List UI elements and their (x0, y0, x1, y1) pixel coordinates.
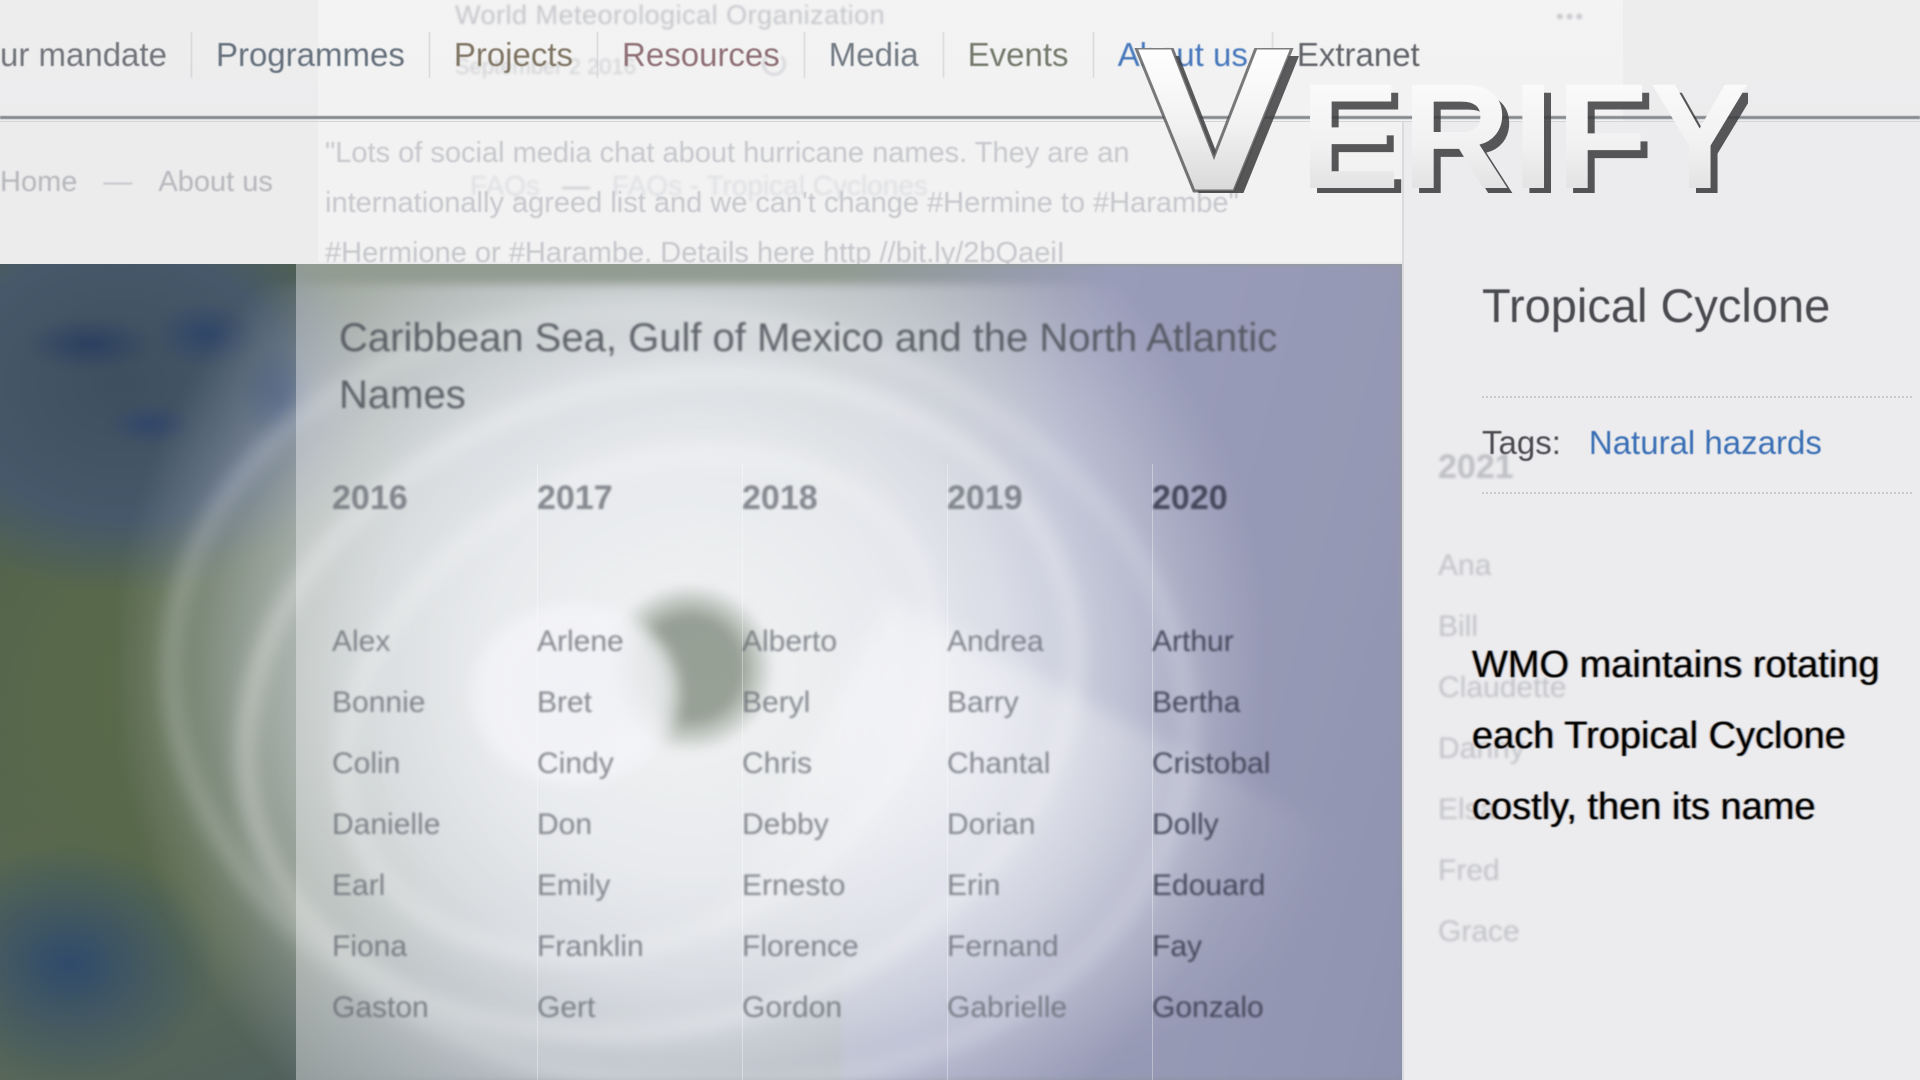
names-column-2017: 2017 Arlene Bret Cindy Don Emily Frankli… (537, 479, 742, 1038)
nav-item-resources[interactable]: Resources (622, 36, 780, 74)
nav-item-events[interactable]: Events (968, 36, 1069, 74)
name-cell: Arlene (537, 625, 624, 658)
year-header-2018: 2018 (742, 479, 818, 517)
name-cell: Fernand (947, 930, 1059, 963)
name-cell: Colin (332, 747, 401, 780)
verify-watermark: ERIFY ERIFY (1128, 48, 1748, 193)
nav-item-programmes[interactable]: Programmes (216, 36, 405, 74)
names-column-2020: 2020 Arthur Bertha Cristobal Dolly Edoua… (1152, 479, 1357, 1038)
nav-divider (803, 32, 805, 78)
year-header-2020: 2020 (1152, 479, 1228, 517)
name-cell: Gabrielle (947, 991, 1068, 1024)
name-cell: Cindy (537, 747, 614, 780)
breadcrumb[interactable]: Home — About us (0, 166, 273, 199)
breadcrumb-home[interactable]: Home (0, 166, 77, 199)
name-cell: Debby (742, 808, 829, 841)
article-body-line-2: each Tropical Cyclone (1472, 715, 1846, 757)
name-cell: Erin (947, 869, 1001, 902)
name-cell: Bertha (1152, 686, 1241, 719)
nav-divider (597, 32, 599, 78)
name-cell: Ana (1438, 549, 1492, 582)
name-cell: Alberto (742, 625, 838, 658)
name-cell: Ernesto (742, 869, 846, 902)
hurricane-names-grid: 2016 Alex Bonnie Colin Danielle Earl Fio… (332, 479, 1392, 1038)
name-cell: Bret (537, 686, 593, 719)
nav-item-media[interactable]: Media (829, 36, 919, 74)
article-divider (1482, 396, 1912, 398)
article-page-title: Tropical Cyclone (1482, 279, 1831, 332)
nav-divider (1092, 32, 1094, 78)
name-cell: Gonzalo (1152, 991, 1264, 1024)
names-panel-title: Caribbean Sea, Gulf of Mexico and the No… (339, 316, 1278, 417)
name-cell: Fred (1438, 854, 1500, 887)
name-cell: Chris (742, 747, 813, 780)
article-body-line-1: WMO maintains rotating (1472, 644, 1880, 686)
nav-divider (190, 32, 192, 78)
name-cell: Franklin (537, 930, 644, 963)
name-cell: Emily (537, 869, 611, 902)
name-cell: Gert (537, 991, 596, 1024)
article-divider (1482, 492, 1912, 494)
name-cell: Dolly (1152, 808, 1219, 841)
nav-item-our-mandate[interactable]: ur mandate (0, 36, 167, 74)
name-cell: Gordon (742, 991, 843, 1024)
tag-natural-hazards[interactable]: Natural hazards (1589, 424, 1822, 462)
name-cell: Alex (332, 625, 391, 658)
article-tags: Tags: Natural hazards (1482, 424, 1822, 462)
year-header-2017: 2017 (537, 479, 613, 517)
name-cell: Earl (332, 869, 386, 902)
article-body: WMO maintains rotating each Tropical Cyc… (1472, 630, 1920, 843)
breadcrumb-about-us[interactable]: About us (158, 166, 272, 199)
name-cell: Florence (742, 930, 859, 963)
hurricane-names-panel: Caribbean Sea, Gulf of Mexico and the No… (296, 264, 1402, 1080)
nav-divider (428, 32, 430, 78)
name-cell: Grace (1438, 915, 1520, 948)
year-header-2016: 2016 (332, 479, 408, 517)
name-cell: Cristobal (1152, 747, 1271, 780)
name-cell: Fay (1152, 930, 1203, 963)
nav-item-projects[interactable]: Projects (454, 36, 573, 74)
names-column-2016: 2016 Alex Bonnie Colin Danielle Earl Fio… (332, 479, 537, 1038)
nav-divider (942, 32, 944, 78)
svg-text:ERIFY: ERIFY (1300, 52, 1748, 193)
name-cell: Don (537, 808, 593, 841)
name-cell: Andrea (947, 625, 1044, 658)
name-cell: Arthur (1152, 625, 1234, 658)
names-column-2018: 2018 Alberto Beryl Chris Debby Ernesto F… (742, 479, 947, 1038)
names-column-2019: 2019 Andrea Barry Chantal Dorian Erin Fe… (947, 479, 1152, 1038)
name-cell: Fiona (332, 930, 408, 963)
breadcrumb-separator: — (103, 166, 133, 198)
article-left-rail (1402, 122, 1404, 1080)
broadcast-frame: World Meteorological Organization Septem… (0, 0, 1920, 1080)
name-cell: Dorian (947, 808, 1036, 841)
name-cell: Barry (947, 686, 1019, 719)
tags-label: Tags: (1482, 424, 1561, 461)
name-cell: Edouard (1152, 869, 1266, 902)
article-body-line-3: costly, then its name (1472, 786, 1816, 828)
name-cell: Gaston (332, 991, 429, 1024)
year-header-2019: 2019 (947, 479, 1023, 517)
name-cell: Chantal (947, 747, 1051, 780)
name-cell: Danielle (332, 808, 441, 841)
name-cell: Bonnie (332, 686, 426, 719)
name-cell: Beryl (742, 686, 811, 719)
